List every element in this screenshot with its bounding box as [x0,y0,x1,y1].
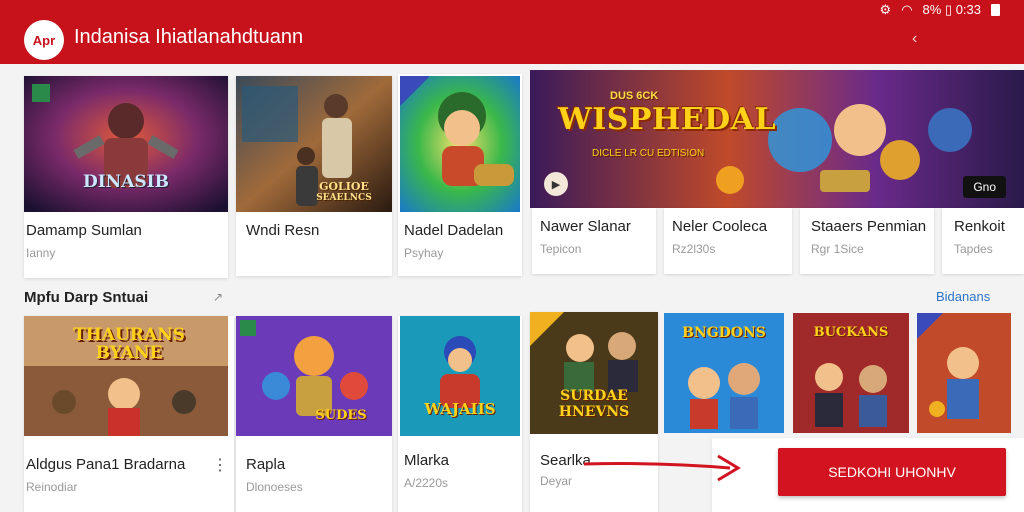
card-title: Aldgus Pana1 Bradarna [26,456,186,473]
game-thumbnail [400,76,520,212]
thumbnail-art-text: BUCKANS [813,325,889,340]
thumbnail-art-text: GOLIOE [319,180,369,193]
thumbnail-art-text: BNGDONS [682,325,766,341]
more-options-icon[interactable]: ⋮ [212,455,228,475]
thumbnail-art-text: THAURANS BYANE [73,325,185,363]
featured-banner[interactable]: DUS 6CK WISPHEDAL DICLE LR CU EDTISION ▶… [530,70,1024,208]
wifi-icon: ◠ [901,2,913,17]
card-title: Renkoit [954,218,1005,235]
thumbnail-art-text: DINASIB [82,172,170,192]
banner-subtitle: DICLE LR CU EDTISION [592,148,705,159]
card-subtitle: Ianny [26,246,56,260]
arrow-icon[interactable]: ↗ [213,290,223,304]
card-title: Nawer Slanar [540,218,631,235]
card-subtitle: Deyar [540,474,573,488]
chevron-left-icon[interactable]: ‹ [912,30,917,48]
play-icon[interactable]: ▶ [544,172,568,196]
card-title: Wndi Resn [246,222,320,239]
card-subtitle: Tepicon [540,242,582,256]
see-all-link[interactable]: Bidanans [936,289,990,304]
game-thumbnail[interactable]: BUCKANS [793,313,909,433]
card-title: Nadel Dadelan [404,222,504,239]
game-thumbnail: WAJAIIS [400,316,520,436]
featured-card[interactable]: Nawer Slanar Tepicon [532,208,656,274]
pointer-arrow-icon [583,454,741,482]
thumbnail-art-text: WAJAIIS [424,400,496,418]
app-title: Indanisa Ihiatlanahdtuann [74,26,304,48]
game-card[interactable]: SUDES Rapla Dlonoeses [236,316,392,512]
featured-card[interactable]: Renkoit Tapdes [942,208,1024,274]
game-thumbnail: GOLIOE SEAELNCS [236,76,392,212]
game-card[interactable]: WAJAIIS Mlarka A/2220s [398,316,522,512]
game-thumbnail: SUDES [236,316,392,436]
game-card[interactable]: THAURANS BYANE Aldgus Pana1 Bradarna Rei… [24,316,234,512]
featured-card[interactable]: GOLIOE SEAELNCS Wndi Resn [236,76,392,276]
card-title: Mlarka [404,452,450,469]
status-bar: ⚙ ◠ 8% ▯ 0:33 [880,2,1000,18]
section-title: Mpfu Darp Sntuai [24,289,149,306]
card-subtitle: Rz2l30s [672,242,716,256]
featured-card[interactable]: Nadel Dadelan Psyhay [398,74,522,276]
featured-card[interactable]: Staaers Penmian Rgr 1Sice [800,208,934,274]
battery-icon [991,4,1000,16]
game-thumbnail: THAURANS BYANE [24,316,228,436]
card-title: Neler Cooleca [672,218,768,235]
game-thumbnail[interactable] [917,313,1011,433]
game-thumbnail[interactable]: BNGDONS [664,313,784,433]
game-thumbnail: SURDAE HNEVNS [530,312,658,434]
banner-small-text: DUS 6CK [610,90,659,102]
banner-title: WISPHEDAL [558,102,777,137]
thumbnail-art-text: SURDAE HNEVNS [558,388,630,420]
featured-card[interactable]: DINASIB Damamp Sumlan Ianny [24,76,228,278]
settings-icon: ⚙ [879,2,892,17]
thumbnail-art-text: SUDES [315,408,367,423]
cta-button[interactable]: SEDKOHI UHONHV [778,448,1006,496]
app-header: Apr Indanisa Ihiatlanahdtuann ⚙ ◠ 8% ▯ 0… [0,0,1024,64]
card-subtitle: Reinodiar [26,480,78,494]
card-title: Rapla [246,456,286,473]
card-title: Damamp Sumlan [26,222,142,239]
card-subtitle: Tapdes [954,242,993,256]
thumbnail-art-text: SEAELNCS [316,193,372,203]
status-text: 8% ▯ 0:33 [922,2,981,17]
card-subtitle: A/2220s [404,476,449,490]
card-subtitle: Psyhay [404,246,444,260]
card-subtitle: Rgr 1Sice [811,242,864,256]
banner-tag: Gno [963,176,1006,198]
game-thumbnail: DINASIB [24,76,228,212]
featured-card[interactable]: Neler Cooleca Rz2l30s [664,208,792,274]
card-subtitle: Dlonoeses [246,480,303,494]
app-logo[interactable]: Apr [24,20,64,60]
card-title: Staaers Penmian [811,218,927,235]
